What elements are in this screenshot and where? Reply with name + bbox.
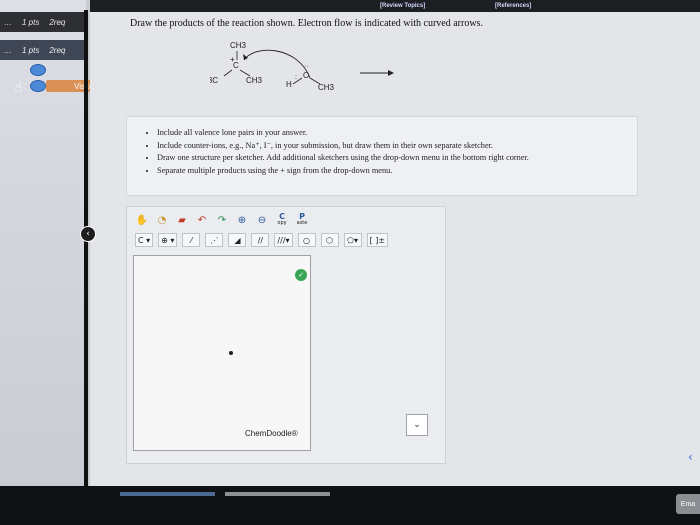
- reaction-arrowhead-icon: [388, 70, 394, 76]
- hashed-bond-icon[interactable]: ⋰: [205, 233, 224, 247]
- lasso-tool-icon[interactable]: ◔: [155, 213, 169, 227]
- instruction-item: Include all valence lone pairs in your a…: [157, 127, 627, 140]
- oxygen-label: O: [303, 71, 309, 80]
- lone-pair-icon: :: [295, 74, 297, 81]
- sidebar-item-question-2[interactable]: … 1 pts 2req: [0, 40, 86, 60]
- zoom-in-icon[interactable]: ⊕: [235, 213, 249, 227]
- pentagon-ring-icon[interactable]: ⬠▾: [343, 233, 362, 247]
- paste-label: P: [299, 212, 305, 221]
- benzene-ring-icon[interactable]: ⬡: [320, 233, 339, 247]
- question-panel: [Review Topics] [References] Draw the pr…: [90, 0, 700, 500]
- element-label: C: [138, 235, 144, 245]
- triple-bond-icon[interactable]: ///▾: [274, 233, 293, 247]
- sidebar-item-question-1[interactable]: … 1 pts 2req: [0, 12, 86, 32]
- sketcher-toolbar-bottom: C ▾ ⊕ ▾ ⁄ ⋰ ◢ // ///▾ ○ ⬡ ⬠▾ [ ]±: [135, 233, 389, 247]
- curved-arrow-icon: [243, 49, 311, 79]
- reaction-scheme: CH3 + C H3C CH3 H O ·· : CH3: [210, 41, 394, 92]
- chevron-left-icon: ‹: [86, 229, 90, 239]
- question-sidebar: … 1 pts 2req … 1 pts 2req ☝: [0, 0, 86, 525]
- add-sketcher-dropdown[interactable]: ⌄: [406, 414, 428, 436]
- check-answer-icon[interactable]: ✓: [295, 269, 307, 281]
- sidebar-divider: [84, 10, 88, 495]
- charge-selector[interactable]: ⊕ ▾: [158, 233, 178, 247]
- canvas-cursor-dot: [229, 351, 233, 355]
- methyl-label-methanol: CH3: [318, 83, 335, 92]
- sidebar-item-prefix: …: [4, 45, 12, 55]
- collapse-sidebar-button[interactable]: ‹: [80, 226, 96, 242]
- sketcher-toolbar-top: ✋ ◔ ▰ ↶ ↷ ⊕ ⊖ C opy P aste: [135, 213, 309, 227]
- review-topics-link[interactable]: [Review Topics]: [380, 3, 425, 9]
- eraser-tool-icon[interactable]: ▰: [175, 213, 189, 227]
- sidebar-item-points: 1 pts: [22, 45, 40, 55]
- copy-sub: opy: [277, 220, 287, 226]
- cation-carbon: C: [233, 61, 239, 70]
- cyclopropane-icon[interactable]: ○: [297, 233, 316, 247]
- sidebar-item-points: 1 pts: [22, 17, 40, 27]
- chevron-down-icon: ⌄: [413, 420, 421, 430]
- copy-button[interactable]: C opy: [275, 213, 289, 227]
- sidebar-item-req: 2req: [49, 17, 66, 27]
- lone-pair-icon: ··: [304, 63, 309, 70]
- double-bond-icon[interactable]: //: [251, 233, 270, 247]
- chemdoodle-brand: ChemDoodle®: [245, 429, 298, 438]
- instruction-item: Separate multiple products using the + s…: [157, 165, 627, 178]
- instruction-item: Include counter-ions, e.g., Na⁺, I⁻, in …: [157, 140, 627, 153]
- wedge-bond-icon[interactable]: ◢: [228, 233, 247, 247]
- bracket-tool-button[interactable]: [ ]±: [366, 233, 389, 247]
- methyl-label-right: CH3: [246, 76, 263, 85]
- redo-icon[interactable]: ↷: [215, 213, 229, 227]
- pointer-hand-icon: ☝: [14, 80, 23, 96]
- zoom-out-icon[interactable]: ⊖: [255, 213, 269, 227]
- references-link[interactable]: [References]: [495, 3, 531, 9]
- instruction-item: Draw one structure per sketcher. Add add…: [157, 152, 627, 165]
- bottom-bar: [0, 486, 700, 525]
- methyl-label-left: H3C: [210, 76, 218, 85]
- element-selector[interactable]: C ▾: [135, 233, 154, 247]
- email-instructor-button[interactable]: Ema: [676, 494, 700, 514]
- question-prompt: Draw the products of the reaction shown.…: [130, 18, 483, 29]
- drawing-canvas[interactable]: [133, 255, 311, 451]
- hydrogen-label: H: [286, 80, 292, 89]
- single-bond-icon[interactable]: ⁄: [182, 233, 201, 247]
- undo-icon[interactable]: ↶: [195, 213, 209, 227]
- paste-button[interactable]: P aste: [295, 213, 309, 227]
- bond-line: [223, 69, 233, 77]
- copy-label: C: [279, 212, 285, 221]
- sidebar-item-req: 2req: [49, 45, 66, 55]
- attempt-circle-icon[interactable]: [30, 80, 46, 92]
- chemdoodle-sketcher: ✋ ◔ ▰ ↶ ↷ ⊕ ⊖ C opy P aste C ▾ ⊕ ▾ ⁄ ⋰ ◢…: [126, 206, 446, 464]
- progress-segment: [225, 492, 330, 496]
- hand-tool-icon[interactable]: ✋: [135, 213, 149, 227]
- next-question-arrow-icon[interactable]: ‹: [688, 450, 693, 464]
- instructions-box: Include all valence lone pairs in your a…: [126, 116, 638, 196]
- methyl-label-top: CH3: [230, 41, 247, 50]
- sidebar-item-prefix: …: [4, 17, 12, 27]
- progress-segment: [120, 492, 215, 496]
- attempt-circle-icon[interactable]: [30, 64, 46, 76]
- paste-sub: aste: [296, 220, 308, 226]
